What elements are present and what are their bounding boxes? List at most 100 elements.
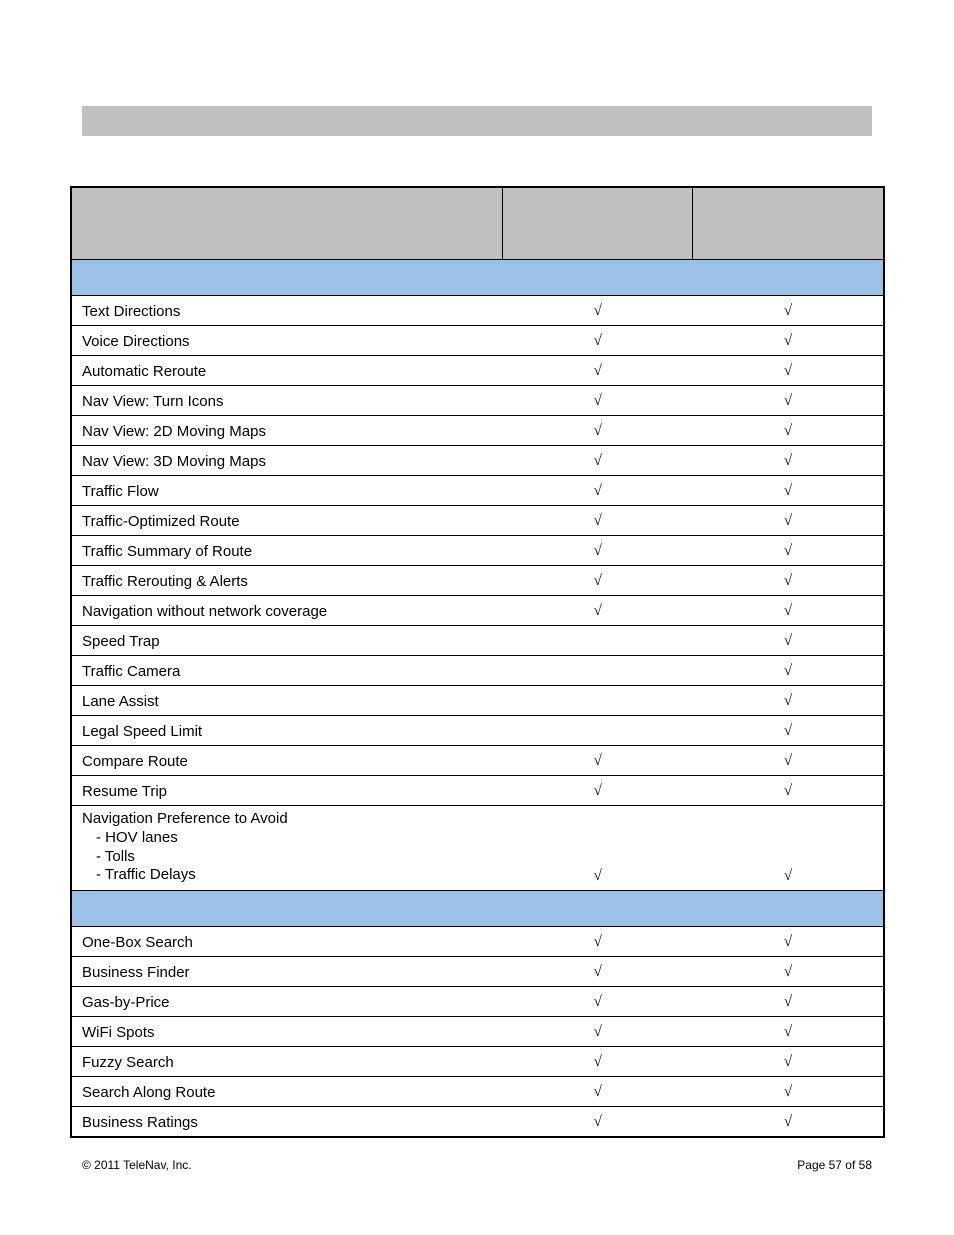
check-icon: √ [784, 693, 792, 709]
feature-label-cell: Traffic Rerouting & Alerts [72, 566, 503, 596]
feature-label-cell: Nav View: 3D Moving Maps [72, 446, 503, 476]
feature-sub-label: - Tolls [82, 848, 492, 867]
check-icon: √ [784, 423, 792, 439]
check-icon: √ [594, 513, 602, 529]
check-icon: √ [784, 573, 792, 589]
feature-col-b: √ [693, 326, 884, 356]
feature-col-b: √ [693, 1017, 884, 1047]
feature-col-a: √ [502, 1107, 693, 1137]
table-row: Speed Trap √ [72, 626, 884, 656]
feature-col-a [502, 626, 693, 656]
feature-label-cell: Traffic Summary of Route [72, 536, 503, 566]
feature-col-b: √ [693, 927, 884, 957]
check-icon: √ [594, 483, 602, 499]
check-icon: √ [594, 753, 602, 769]
feature-label-cell: Nav View: 2D Moving Maps [72, 416, 503, 446]
table-row: Nav View: 3D Moving Maps√√ [72, 446, 884, 476]
feature-label: Nav View: Turn Icons [82, 393, 223, 410]
table-row: Voice Directions √√ [72, 326, 884, 356]
check-icon: √ [784, 1084, 792, 1100]
check-icon: √ [594, 1054, 602, 1070]
feature-col-a: √ [502, 566, 693, 596]
feature-col-b: √ [693, 1047, 884, 1077]
feature-col-a: √ [502, 326, 693, 356]
check-icon: √ [784, 483, 792, 499]
table-row: Legal Speed Limit√ [72, 716, 884, 746]
feature-label: Navigation Preference to Avoid [82, 810, 288, 827]
table-row: Business Ratings√√ [72, 1107, 884, 1137]
feature-col-a: √ [502, 776, 693, 806]
feature-col-a: √ [502, 1017, 693, 1047]
feature-col-a: √ [502, 476, 693, 506]
feature-table: Text Directions√√Voice Directions√√Autom… [71, 187, 884, 1137]
feature-col-b: √ [693, 686, 884, 716]
check-icon: √ [784, 723, 792, 739]
feature-col-a [502, 686, 693, 716]
feature-col-a: √ [502, 356, 693, 386]
section-divider [72, 260, 884, 296]
check-icon: √ [594, 783, 602, 799]
feature-label: Speed Trap [82, 633, 160, 650]
check-icon: √ [594, 1024, 602, 1040]
feature-label-cell: Navigation without network coverage [72, 596, 503, 626]
feature-label: Business Ratings [82, 1114, 198, 1131]
feature-col-b: √ [693, 656, 884, 686]
check-icon: √ [594, 1114, 602, 1130]
page-footer: © 2011 TeleNav, Inc. Page 57 of 58 [82, 1158, 872, 1172]
feature-label: Traffic Summary of Route [82, 543, 252, 560]
feature-label: Nav View: 3D Moving Maps [82, 453, 266, 470]
check-icon: √ [784, 513, 792, 529]
feature-col-b: √ [693, 716, 884, 746]
feature-col-b: √ [693, 987, 884, 1017]
feature-col-b: √ [693, 806, 884, 891]
feature-col-b: √ [693, 776, 884, 806]
check-icon: √ [594, 934, 602, 950]
table-row: WiFi Spots√√ [72, 1017, 884, 1047]
header-cell [502, 188, 693, 260]
check-icon: √ [784, 1054, 792, 1070]
table-row: Search Along Route√√ [72, 1077, 884, 1107]
table-row: Fuzzy Search √ √ [72, 1047, 884, 1077]
table-row: Compare Route√√ [72, 746, 884, 776]
check-icon: √ [784, 363, 792, 379]
feature-label-cell: Compare Route [72, 746, 503, 776]
check-icon: √ [594, 1084, 602, 1100]
feature-col-b: √ [693, 476, 884, 506]
check-icon: √ [594, 994, 602, 1010]
section-divider [72, 891, 884, 927]
header-cell [72, 188, 503, 260]
feature-sub-label: - Traffic Delays [82, 866, 492, 885]
check-icon: √ [594, 363, 602, 379]
feature-label: One-Box Search [82, 934, 193, 951]
feature-label: Fuzzy Search [82, 1054, 174, 1071]
feature-label-cell: Resume Trip [72, 776, 503, 806]
check-icon: √ [784, 603, 792, 619]
table-row: Traffic-Optimized Route√√ [72, 506, 884, 536]
table-row: Navigation Preference to Avoid- HOV lane… [72, 806, 884, 891]
feature-label: Traffic Camera [82, 663, 180, 680]
feature-label: Voice Directions [82, 333, 190, 350]
feature-col-a: √ [502, 806, 693, 891]
feature-col-a: √ [502, 987, 693, 1017]
feature-col-b: √ [693, 626, 884, 656]
feature-col-a: √ [502, 536, 693, 566]
feature-label: Automatic Reroute [82, 363, 206, 380]
check-icon: √ [594, 423, 602, 439]
check-icon: √ [784, 964, 792, 980]
feature-label: Compare Route [82, 753, 188, 770]
check-icon: √ [784, 303, 792, 319]
table-row: Nav View: 2D Moving Maps √ √ [72, 416, 884, 446]
table-row: Text Directions√√ [72, 296, 884, 326]
feature-col-b: √ [693, 566, 884, 596]
feature-label-cell: Voice Directions [72, 326, 503, 356]
feature-label: Lane Assist [82, 693, 159, 710]
feature-label: Gas-by-Price [82, 994, 170, 1011]
check-icon: √ [594, 603, 602, 619]
feature-label-cell: Traffic Camera [72, 656, 503, 686]
feature-label-cell: Speed Trap [72, 626, 503, 656]
feature-col-b: √ [693, 446, 884, 476]
table-row: Resume Trip √ √ [72, 776, 884, 806]
feature-col-a: √ [502, 386, 693, 416]
section-divider-cell [72, 891, 884, 927]
table-row: One-Box Search √ √ [72, 927, 884, 957]
